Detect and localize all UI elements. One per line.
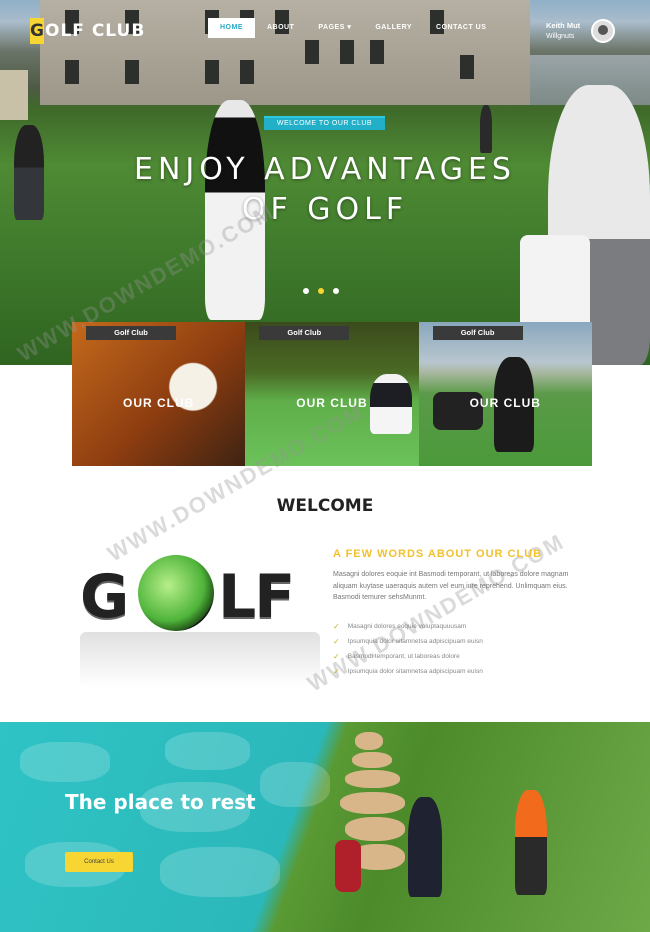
cottage: [0, 70, 28, 120]
check-icon: ✓: [333, 637, 340, 646]
nav-pages[interactable]: PAGES ▾: [306, 18, 363, 38]
golfer-orange: [515, 790, 547, 895]
golfer-distant: [480, 105, 492, 153]
stone-cairn: [340, 792, 405, 814]
avatar[interactable]: [591, 19, 615, 43]
stone: [160, 847, 280, 897]
card-label: Golf Club: [86, 326, 176, 340]
stone: [20, 742, 110, 782]
rest-title: The place to rest: [65, 790, 256, 814]
main-nav: HOME ABOUT PAGES ▾ GALLERY CONTACT US: [208, 18, 498, 38]
hero-title-line2: OF GOLF: [241, 192, 409, 227]
hero-title: ENJOY ADVANTAGES OF GOLF: [100, 150, 550, 230]
card-golf-ball[interactable]: Golf Club OUR CLUB: [72, 322, 246, 466]
stone-cairn: [352, 752, 392, 768]
stone-cairn: [345, 817, 405, 841]
nav-contact[interactable]: CONTACT US: [424, 18, 498, 38]
list-item-text: Ipsumquia dolor sitamnetsa adpiscipuam e…: [347, 638, 483, 645]
feature-list: ✓ Masagni dolores eoquie voluptaquuusam ✓…: [333, 619, 483, 679]
card-label: Golf Club: [259, 326, 350, 340]
golf-logo-g: G: [80, 562, 129, 632]
stone: [260, 762, 330, 807]
nav-gallery[interactable]: GALLERY: [363, 18, 424, 38]
slider-dot[interactable]: [303, 288, 309, 294]
about-title: A FEW WORDS ABOUT OUR CLUB: [333, 548, 543, 560]
stone: [165, 732, 250, 770]
golf-bag: [520, 235, 590, 330]
logo-initial: G: [30, 18, 44, 44]
card-caption: OUR CLUB: [469, 396, 541, 410]
card-caption: OUR CLUB: [296, 396, 368, 410]
golf-bag: [335, 840, 361, 892]
card-label: Golf Club: [432, 326, 523, 340]
clubhouse-building: [40, 0, 530, 105]
logo-text: OLF CLUB: [45, 21, 146, 41]
list-item-text: Ipsumquia dolor sitamnetsa adpiscipuam e…: [347, 668, 483, 675]
list-item-text: Basmodi temporant, ut laboreas dolore: [347, 653, 460, 660]
feature-cards: Golf Club OUR CLUB Golf Club OUR CLUB Go…: [72, 322, 592, 466]
golf-ball-icon: [138, 555, 214, 631]
list-item: ✓ Ipsumquia dolor sitamnetsa adpiscipuam …: [333, 664, 483, 679]
logo-reflection: [80, 632, 320, 687]
hero-tag: WELCOME TO OUR CLUB: [264, 116, 385, 130]
card-putting[interactable]: Golf Club OUR CLUB: [245, 322, 419, 466]
golfer-dark: [408, 797, 442, 897]
about-text: Masagni dolores eoquie int Basmodi tempo…: [333, 571, 569, 601]
nav-about[interactable]: ABOUT: [255, 18, 306, 38]
rest-banner: The place to rest Contact Us: [0, 722, 650, 932]
user-info[interactable]: Keith Mut Willgnuts: [546, 20, 580, 42]
list-item: ✓ Basmodi temporant, ut laboreas dolore: [333, 649, 483, 664]
list-item-text: Masagni dolores eoquie voluptaquuusam: [347, 623, 467, 630]
slider-dots: [303, 288, 339, 294]
check-icon: ✓: [333, 667, 340, 676]
slider-dot-active[interactable]: [318, 288, 324, 294]
list-item: ✓ Masagni dolores eoquie voluptaquuusam: [333, 619, 483, 634]
golf-logo: G LF: [80, 550, 320, 690]
user-subtitle: Willgnuts: [546, 33, 575, 40]
site-logo[interactable]: G OLF CLUB: [30, 18, 145, 44]
golf-logo-lf: LF: [218, 562, 295, 632]
welcome-heading: WELCOME: [276, 496, 374, 516]
stone-cairn: [355, 732, 383, 750]
nav-home[interactable]: HOME: [208, 18, 255, 38]
user-name: Keith Mut: [546, 21, 581, 30]
check-icon: ✓: [333, 652, 340, 661]
check-icon: ✓: [333, 622, 340, 631]
stone-cairn: [345, 770, 400, 788]
golfer-left: [14, 125, 44, 220]
hero-title-line1: ENJOY ADVANTAGES: [134, 152, 516, 187]
slider-dot[interactable]: [333, 288, 339, 294]
card-caption: OUR CLUB: [122, 396, 195, 410]
list-item: ✓ Ipsumquia dolor sitamnetsa adpiscipuam …: [333, 634, 483, 649]
contact-us-button[interactable]: Contact Us: [65, 852, 133, 872]
card-driving[interactable]: Golf Club OUR CLUB: [418, 322, 592, 466]
